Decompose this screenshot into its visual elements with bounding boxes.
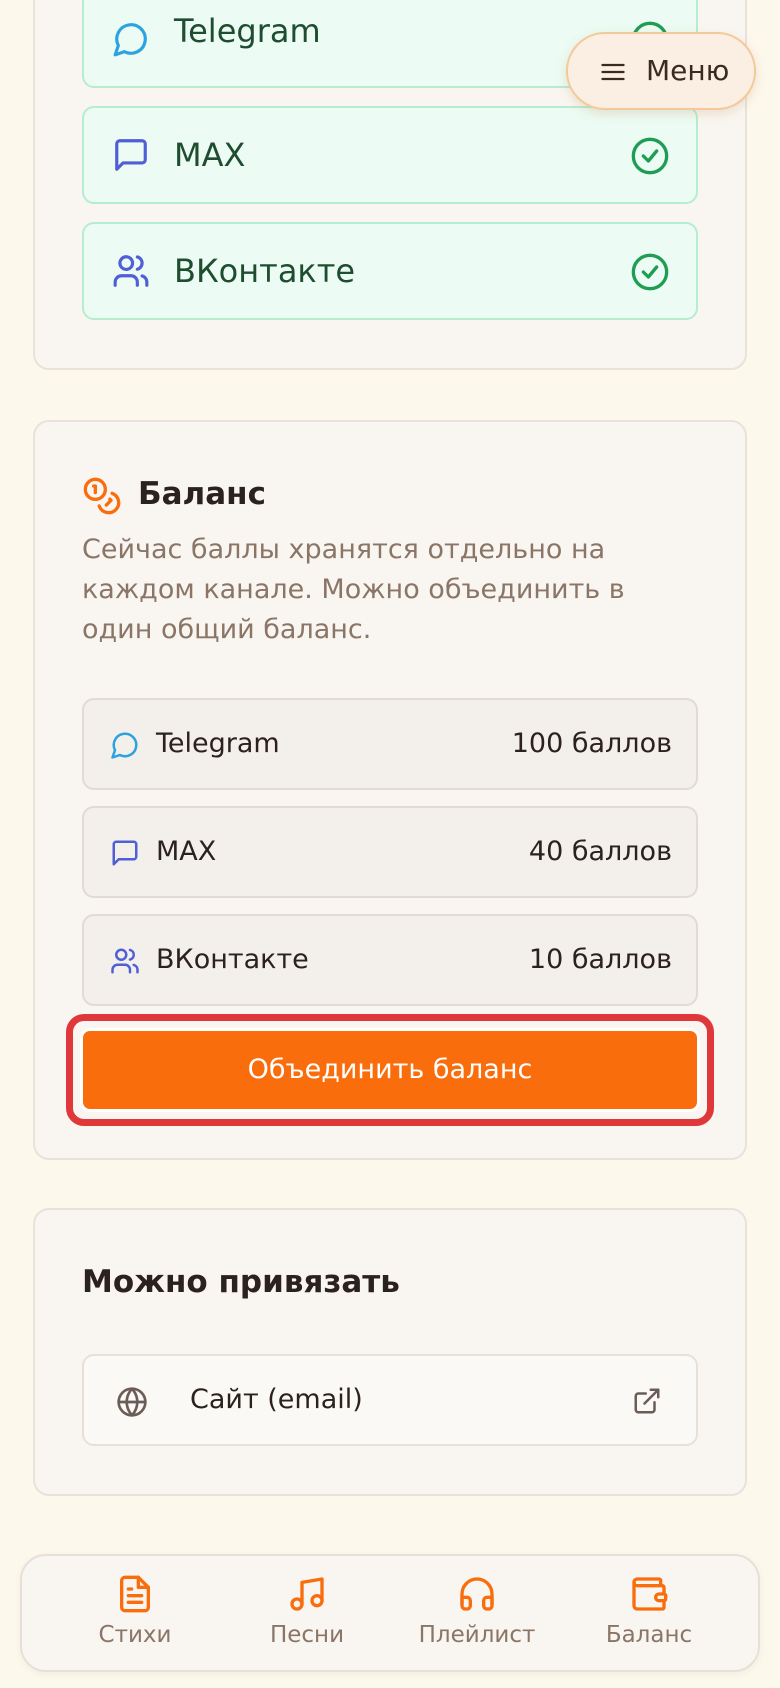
link-row-site-email[interactable]: Сайт (email) [82, 1354, 698, 1446]
linkable-card [33, 1208, 747, 1496]
connected-label: ВКонтакте [174, 252, 356, 290]
chat-bubble-icon [111, 732, 138, 759]
nav-item-playlist[interactable]: Плейлист [402, 1574, 552, 1664]
hamburger-icon [601, 63, 625, 81]
document-icon [120, 1575, 150, 1613]
wallet-icon [632, 1577, 668, 1611]
balance-title: Баланс [138, 476, 266, 512]
nav-label: Плейлист [418, 1622, 536, 1648]
bottom-nav: Стихи Песни Плейлист Баланс [20, 1554, 760, 1672]
nav-label: Баланс [605, 1622, 693, 1648]
balance-row-label: ВКонтакте [156, 944, 309, 975]
balance-row-label: MAX [156, 836, 217, 867]
balance-description: Сейчас баллы хранятся отдельно на каждом… [82, 534, 625, 645]
link-label: Сайт (email) [190, 1384, 363, 1415]
balance-row-value: 40 баллов [528, 836, 672, 867]
message-square-icon [112, 840, 138, 866]
users-icon [111, 948, 139, 974]
check-circle-icon [631, 253, 669, 291]
check-circle-icon [631, 137, 669, 175]
balance-row-value: 100 баллов [511, 728, 672, 759]
connected-label: MAX [174, 136, 246, 174]
balance-row-max: MAX 40 баллов [82, 806, 698, 898]
nav-label: Песни [269, 1622, 345, 1648]
balance-row-vk: ВКонтакте 10 баллов [82, 914, 698, 1006]
coins-icon [83, 477, 121, 515]
balance-row-value: 10 баллов [528, 944, 672, 975]
external-link-icon[interactable] [632, 1386, 662, 1416]
globe-icon [117, 1387, 147, 1417]
balance-row-telegram: Telegram 100 баллов [82, 698, 698, 790]
connected-label: Telegram [174, 12, 321, 50]
chat-bubble-icon [113, 23, 147, 57]
nav-item-poems[interactable]: Стихи [60, 1574, 210, 1664]
nav-item-songs[interactable]: Песни [232, 1574, 382, 1664]
headphones-icon [460, 1577, 494, 1611]
music-note-icon [290, 1577, 324, 1611]
users-icon [113, 255, 149, 287]
merge-balance-button[interactable]: Объединить баланс [80, 1028, 700, 1112]
nav-item-balance[interactable]: Баланс [574, 1574, 724, 1664]
linkable-title: Можно привязать [82, 1264, 400, 1300]
connected-row-vk[interactable]: ВКонтакте [82, 222, 698, 320]
menu-label: Меню [646, 54, 730, 87]
balance-row-label: Telegram [156, 728, 280, 759]
message-square-icon [115, 139, 147, 171]
connected-row-max[interactable]: MAX [82, 106, 698, 204]
nav-label: Стихи [98, 1622, 172, 1648]
menu-button[interactable]: Меню [566, 32, 756, 110]
